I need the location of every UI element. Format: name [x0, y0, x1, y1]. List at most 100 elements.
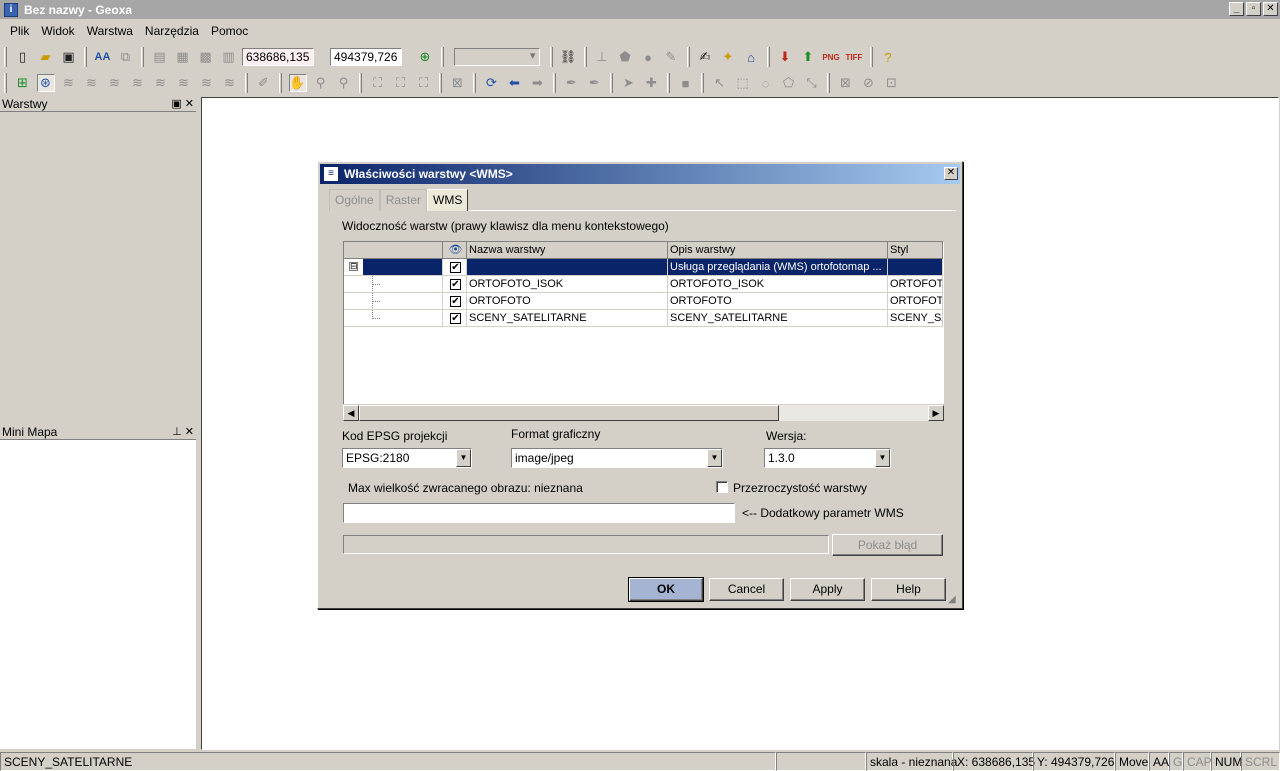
layer-stack-6-icon[interactable]: ≋	[175, 74, 193, 92]
select-arrow-icon[interactable]: ➤	[620, 74, 638, 92]
transparency-checkbox[interactable]	[716, 481, 728, 493]
stop-icon[interactable]: ■	[677, 74, 695, 92]
header-name[interactable]: Nazwa warstwy	[467, 242, 668, 259]
zoom-out-icon[interactable]: ⚲	[335, 74, 353, 92]
minimap-pane[interactable]	[0, 440, 196, 749]
export-icon[interactable]: ▥	[220, 48, 238, 66]
menu-warstwa[interactable]: Warstwa	[81, 24, 139, 38]
layers-copy-icon[interactable]: ⧉	[117, 48, 135, 66]
table-row[interactable]: ⊟ ✔ Usługa przeglądania (WMS) ortofotoma…	[344, 259, 943, 276]
tiff-export-icon[interactable]: TIFF	[845, 48, 863, 66]
chevron-down-icon[interactable]: ▼	[707, 449, 722, 467]
upload-icon[interactable]: ⬆	[799, 48, 817, 66]
chevron-down-icon[interactable]: ▼	[875, 449, 890, 467]
previous-view-icon[interactable]: ⬅	[506, 74, 524, 92]
visibility-checkbox[interactable]: ✔	[450, 295, 461, 307]
menu-widok[interactable]: Widok	[35, 24, 80, 38]
import-icon[interactable]: ⬇	[776, 48, 794, 66]
zoom-layer-icon[interactable]: ⛶	[392, 74, 410, 92]
grid-horizontal-scrollbar[interactable]: ◀ ▶	[343, 404, 944, 421]
header-style[interactable]: Styl	[888, 242, 943, 259]
extra-param-input[interactable]	[343, 503, 735, 523]
layer-stack-7-icon[interactable]: ≋	[198, 74, 216, 92]
apply-button[interactable]: Apply	[790, 578, 865, 601]
layer-stack-8-icon[interactable]: ≋	[221, 74, 239, 92]
table-row[interactable]: ✔ ORTOFOTO_ISOK ORTOFOTO_ISOK ORTOFOTO	[344, 276, 943, 293]
layer-stack-1-icon[interactable]: ≋	[60, 74, 78, 92]
draw-icon[interactable]: ✎	[662, 48, 680, 66]
format-select[interactable]: image/jpeg ▼	[511, 448, 723, 468]
scroll-right-icon[interactable]: ▶	[928, 405, 944, 421]
clear-selection-icon[interactable]: ⊠	[837, 74, 855, 92]
tab-ogolne[interactable]: Ogólne	[329, 189, 380, 211]
zoom-extent-icon[interactable]: ⛶	[369, 74, 387, 92]
invert-selection-icon[interactable]: ⊘	[860, 74, 878, 92]
visibility-checkbox[interactable]: ✔	[450, 261, 461, 273]
ok-button[interactable]: OK	[628, 577, 704, 602]
network-icon[interactable]: ⛓	[559, 48, 577, 66]
epsg-select[interactable]: EPSG:2180 ▼	[342, 448, 472, 468]
circle-icon[interactable]: ●	[639, 48, 657, 66]
form-icon[interactable]: ▤	[151, 48, 169, 66]
layer-stack-4-icon[interactable]: ≋	[129, 74, 147, 92]
selection-options-icon[interactable]: ⊡	[883, 74, 901, 92]
version-select[interactable]: 1.3.0 ▼	[764, 448, 891, 468]
next-view-icon[interactable]: ➡	[529, 74, 547, 92]
pin-icon[interactable]: ⊥	[172, 426, 182, 438]
visibility-checkbox[interactable]: ✔	[450, 312, 461, 324]
cancel-button[interactable]: Cancel	[709, 578, 784, 601]
save-icon[interactable]: ▣	[60, 48, 78, 66]
dialog-close-button[interactable]: ✕	[944, 167, 958, 180]
add-point-icon[interactable]: ✚	[643, 74, 661, 92]
toolbar-grip[interactable]	[4, 73, 7, 93]
pan-hand-icon[interactable]: ✋	[288, 74, 307, 92]
nodes-icon[interactable]: ✦	[719, 48, 737, 66]
zoom-selection-icon[interactable]: ⛶	[415, 74, 433, 92]
table-row[interactable]: ✔ SCENY_SATELITARNE SCENY_SATELITARNE SC…	[344, 310, 943, 327]
close-icon[interactable]: ✕	[185, 98, 194, 110]
tab-wms[interactable]: WMS	[427, 189, 469, 211]
layer-stack-2-icon[interactable]: ≋	[83, 74, 101, 92]
select-poly-icon[interactable]: ⬠	[780, 74, 798, 92]
goto-coords-icon[interactable]: ⊕	[416, 48, 434, 66]
print-icon[interactable]: ▩	[197, 48, 215, 66]
add-layer-icon[interactable]: ⊞	[14, 74, 32, 92]
png-export-icon[interactable]: PNG	[822, 48, 840, 66]
print-preview-icon[interactable]: ▦	[174, 48, 192, 66]
table-row[interactable]: ✔ ORTOFOTO ORTOFOTO ORTOFOTO	[344, 293, 943, 310]
open-folder-icon[interactable]: ▰	[37, 48, 55, 66]
layer-stack-5-icon[interactable]: ≋	[152, 74, 170, 92]
edit-vertex-icon[interactable]: ✒	[563, 74, 581, 92]
select-rect-icon[interactable]: ⬚	[734, 74, 752, 92]
polygon-icon[interactable]: ⬟	[616, 48, 634, 66]
scroll-left-icon[interactable]: ◀	[343, 405, 359, 421]
select-circle-icon[interactable]: ◌	[757, 74, 775, 92]
zoom-in-icon[interactable]: ⚲	[312, 74, 330, 92]
menu-narzedzia[interactable]: Narzędzia	[139, 24, 205, 38]
coord-y-field[interactable]: 494379,726	[330, 48, 402, 66]
coord-x-field[interactable]: 638686,135	[242, 48, 314, 66]
edit-line-icon[interactable]: ✒	[586, 74, 604, 92]
brush-icon[interactable]: ✐	[255, 74, 273, 92]
toolbar-grip[interactable]	[4, 47, 7, 67]
close-button[interactable]: ✕	[1263, 2, 1278, 16]
header-visibility[interactable]: 👁	[443, 242, 467, 259]
scale-select[interactable]	[453, 48, 540, 66]
layer-stack-3-icon[interactable]: ≋	[106, 74, 124, 92]
pin-icon[interactable]: ▣	[171, 98, 181, 110]
scroll-thumb[interactable]	[359, 405, 779, 421]
layer-edit-icon[interactable]: ✍	[696, 48, 714, 66]
wms-layers-grid[interactable]: 👁 Nazwa warstwy Opis warstwy Styl ⊟ ✔ Us…	[343, 241, 944, 421]
layers-pane[interactable]	[0, 112, 196, 422]
home-icon[interactable]: ⌂	[742, 48, 760, 66]
pointer-icon[interactable]: ↖	[711, 74, 729, 92]
visibility-checkbox[interactable]: ✔	[450, 278, 461, 290]
zoom-window-icon[interactable]: ⊠	[449, 74, 467, 92]
help-icon[interactable]: ?	[879, 48, 897, 66]
select-line-icon[interactable]: ⤡	[803, 74, 821, 92]
menu-pomoc[interactable]: Pomoc	[205, 24, 254, 38]
tab-raster[interactable]: Raster	[379, 189, 428, 211]
resize-grip-icon[interactable]: ◢	[948, 594, 960, 606]
show-error-button[interactable]: Pokaż błąd	[832, 534, 943, 556]
menu-plik[interactable]: Plik	[4, 24, 35, 38]
